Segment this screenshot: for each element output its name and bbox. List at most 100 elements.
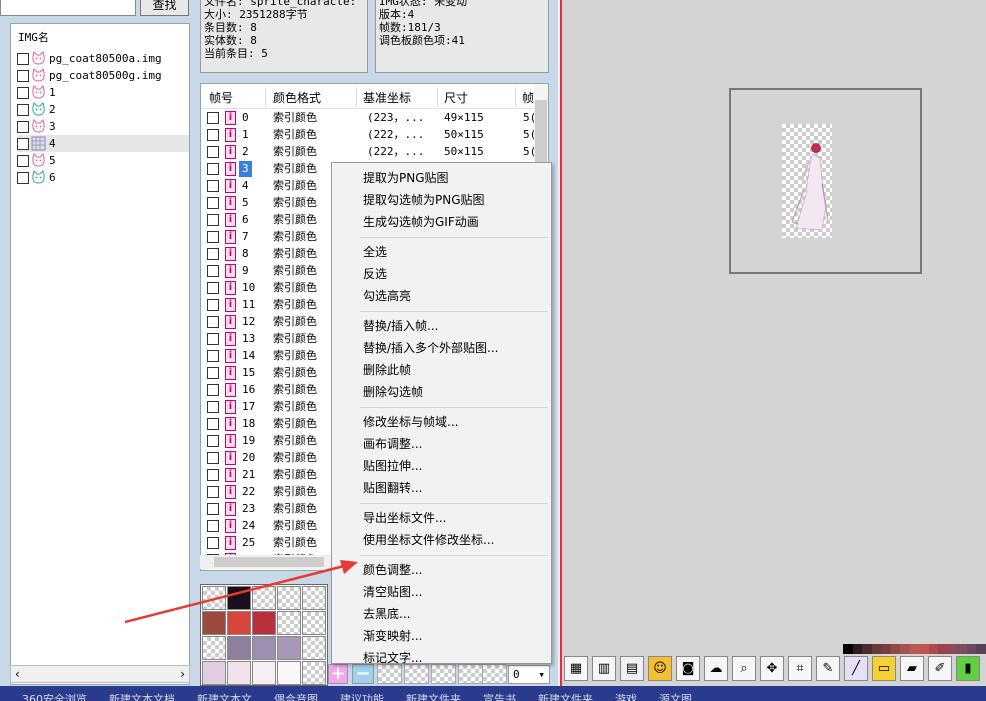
row-checkbox[interactable] bbox=[207, 282, 219, 294]
table-row[interactable]: i 2 索引颜色 (222，... 50×115 5( bbox=[201, 144, 536, 161]
palette-swatch[interactable] bbox=[277, 611, 301, 635]
mini-palette-swatch[interactable] bbox=[976, 644, 986, 654]
magnifier-icon[interactable]: ⌕ bbox=[732, 656, 756, 681]
palette-swatch[interactable] bbox=[302, 611, 326, 635]
palette-swatch[interactable] bbox=[277, 586, 301, 610]
row-checkbox[interactable] bbox=[207, 503, 219, 515]
menu-item[interactable]: 反选 bbox=[363, 265, 387, 282]
img-list-item[interactable]: 5 bbox=[17, 152, 189, 169]
menu-item[interactable]: 全选 bbox=[363, 243, 387, 260]
img-list-item[interactable]: 2 bbox=[17, 101, 189, 118]
row-checkbox[interactable] bbox=[207, 537, 219, 549]
col-frame-domain[interactable]: 帧 bbox=[522, 89, 534, 106]
palette-swatch[interactable] bbox=[252, 586, 276, 610]
mini-palette-swatch[interactable] bbox=[957, 644, 967, 654]
taskbar-item[interactable]: 360安全浏览 bbox=[22, 686, 87, 701]
pencil-icon[interactable]: ✎ bbox=[816, 656, 840, 681]
row-checkbox[interactable] bbox=[207, 435, 219, 447]
row-checkbox[interactable] bbox=[207, 452, 219, 464]
table-row[interactable]: i 1 索引颜色 (222，... 50×115 5( bbox=[201, 127, 536, 144]
row-checkbox[interactable] bbox=[207, 146, 219, 158]
menu-item[interactable]: 使用坐标文件修改坐标... bbox=[363, 531, 494, 548]
menu-item[interactable]: 勾选高亮 bbox=[363, 287, 411, 304]
table-row[interactable]: i 0 索引颜色 (223，... 49×115 5( bbox=[201, 110, 536, 127]
eyedropper-icon[interactable]: ✐ bbox=[928, 656, 952, 681]
row-checkbox[interactable] bbox=[207, 486, 219, 498]
grid-palette-icon[interactable]: ▦ bbox=[564, 656, 588, 681]
img-list-item[interactable]: 4 bbox=[17, 135, 189, 152]
row-checkbox[interactable] bbox=[207, 316, 219, 328]
mini-palette-swatch[interactable] bbox=[852, 644, 863, 654]
menu-item[interactable]: 替换/插入多个外部贴图... bbox=[363, 339, 499, 356]
taskbar-item[interactable]: 新建文件夹 bbox=[406, 686, 461, 701]
checkbox[interactable] bbox=[17, 137, 29, 150]
taskbar-item[interactable]: 游戏 bbox=[615, 686, 637, 701]
menu-item[interactable]: 提取为PNG贴图 bbox=[363, 169, 449, 186]
row-checkbox[interactable] bbox=[207, 231, 219, 243]
taskbar-item[interactable]: 源文图 bbox=[659, 686, 692, 701]
palette-swatch[interactable] bbox=[302, 586, 326, 610]
checkbox[interactable] bbox=[17, 86, 29, 99]
row-checkbox[interactable] bbox=[207, 520, 219, 532]
menu-item[interactable]: 修改坐标与帧域... bbox=[363, 413, 458, 430]
palette-swatch[interactable] bbox=[277, 661, 301, 685]
menu-item[interactable]: 生成勾选帧为GIF动画 bbox=[363, 213, 479, 230]
line-icon[interactable]: ╱ bbox=[844, 656, 868, 681]
col-base-coord[interactable]: 基准坐标 bbox=[363, 89, 411, 106]
cat-face-icon[interactable]: ☺ bbox=[648, 656, 672, 681]
palette-swatch[interactable] bbox=[227, 586, 251, 610]
checkbox[interactable] bbox=[17, 52, 29, 65]
img-list-item[interactable]: pg_coat80500a.img bbox=[17, 50, 189, 67]
cloud-icon[interactable]: ☁ bbox=[704, 656, 728, 681]
img-list-hscroll[interactable]: ‹ › bbox=[10, 665, 190, 683]
img-list-item[interactable]: pg_coat80500g.img bbox=[17, 67, 189, 84]
col-frame-no[interactable]: 帧号 bbox=[209, 89, 233, 106]
frame-table-hscroll[interactable] bbox=[200, 555, 350, 569]
search-input[interactable] bbox=[0, 0, 136, 16]
mini-palette-swatch[interactable] bbox=[871, 644, 882, 654]
palette-swatch[interactable] bbox=[302, 636, 326, 660]
palette-swatch[interactable] bbox=[252, 611, 276, 635]
row-checkbox[interactable] bbox=[207, 248, 219, 260]
palette-slot[interactable] bbox=[377, 664, 402, 684]
mini-palette-swatch[interactable] bbox=[938, 644, 948, 654]
palette-index-select[interactable]: 0 ▾ bbox=[508, 665, 550, 684]
palette-swatch[interactable] bbox=[227, 636, 251, 660]
palette-swatch[interactable] bbox=[202, 661, 226, 685]
menu-item[interactable]: 清空贴图... bbox=[363, 583, 422, 600]
img-list-item[interactable]: 3 bbox=[17, 118, 189, 135]
mini-palette-swatch[interactable] bbox=[843, 644, 853, 654]
mini-palette-swatch[interactable] bbox=[928, 644, 939, 654]
row-checkbox[interactable] bbox=[207, 384, 219, 396]
menu-item[interactable]: 提取勾选帧为PNG贴图 bbox=[363, 191, 485, 208]
row-checkbox[interactable] bbox=[207, 469, 219, 481]
mini-palette-swatch[interactable] bbox=[862, 644, 872, 654]
scroll-left-icon[interactable]: ‹ bbox=[15, 667, 20, 681]
row-checkbox[interactable] bbox=[207, 299, 219, 311]
taskbar-item[interactable]: 偶合音图 bbox=[274, 686, 318, 701]
row-checkbox[interactable] bbox=[207, 265, 219, 277]
mini-palette-swatch[interactable] bbox=[909, 644, 920, 654]
move-icon[interactable]: ✥ bbox=[760, 656, 784, 681]
taskbar-item[interactable]: 宣告书 bbox=[483, 686, 516, 701]
row-checkbox[interactable] bbox=[207, 214, 219, 226]
row-checkbox[interactable] bbox=[207, 333, 219, 345]
taskbar-item[interactable]: 建议功能 bbox=[340, 686, 384, 701]
search-button[interactable]: 查找 bbox=[140, 0, 189, 16]
menu-item[interactable]: 画布调整... bbox=[363, 435, 422, 452]
row-checkbox[interactable] bbox=[207, 112, 219, 124]
col-color-format[interactable]: 颜色格式 bbox=[273, 89, 321, 106]
img-list-item[interactable]: 1 bbox=[17, 84, 189, 101]
row-checkbox[interactable] bbox=[207, 180, 219, 192]
row-checkbox[interactable] bbox=[207, 350, 219, 362]
checkbox[interactable] bbox=[17, 69, 29, 82]
taskbar-item[interactable]: 新建文本文 bbox=[197, 686, 252, 701]
palette-swatch[interactable] bbox=[227, 611, 251, 635]
taskbar-item[interactable]: 新建文本文档 bbox=[109, 686, 175, 701]
scroll-thumb[interactable] bbox=[214, 557, 324, 567]
mini-palette-swatch[interactable] bbox=[966, 644, 977, 654]
eraser-icon[interactable]: ▰ bbox=[900, 656, 924, 681]
film-icon[interactable]: ▤ bbox=[620, 656, 644, 681]
palette-swatch[interactable] bbox=[202, 611, 226, 635]
checkbox[interactable] bbox=[17, 120, 29, 133]
